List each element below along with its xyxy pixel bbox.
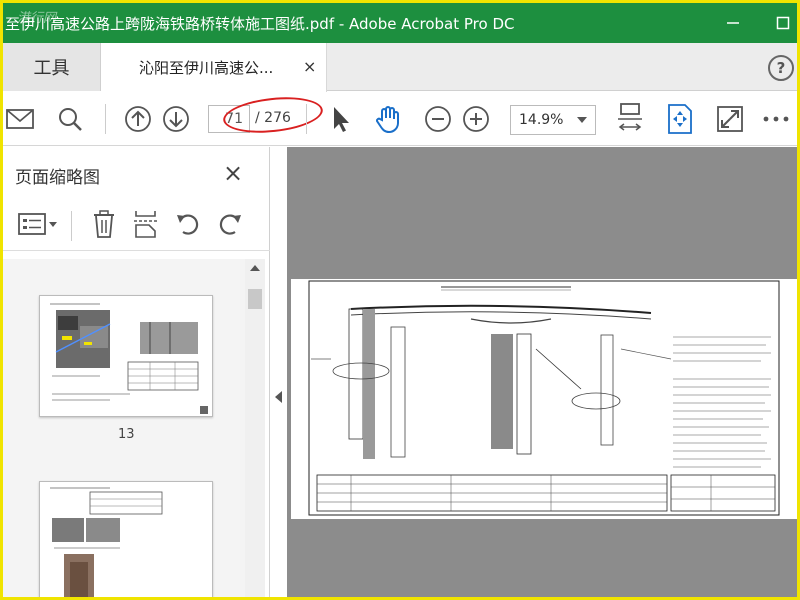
expand-icon	[717, 106, 743, 132]
fit-width-icon	[618, 103, 642, 131]
thumbnail-options-button[interactable]	[17, 209, 59, 239]
zoom-level-value: 14.9%	[519, 112, 564, 128]
rotate-left-button[interactable]	[173, 209, 203, 239]
previous-page-button[interactable]	[123, 104, 153, 134]
panel-close-button[interactable]: ×	[223, 159, 243, 187]
thumbnail-preview-image	[50, 487, 163, 597]
tab-document[interactable]: 沁阳至伊川高速公...	[101, 43, 327, 92]
scroll-up-arrow-icon[interactable]	[250, 265, 260, 271]
more-tools-button[interactable]	[761, 104, 791, 134]
minimize-button[interactable]	[715, 3, 751, 43]
maximize-button[interactable]	[765, 3, 797, 43]
toolbar-separator	[105, 104, 106, 134]
panel-separator	[71, 211, 72, 241]
thumbnail-list[interactable]: 13	[3, 259, 265, 597]
document-page	[291, 279, 797, 519]
tab-tools[interactable]: 工具	[3, 43, 101, 91]
ellipsis-icon	[763, 116, 789, 122]
zoom-in-button[interactable]	[461, 104, 491, 134]
delete-pages-button[interactable]	[89, 209, 119, 239]
minimize-icon	[727, 22, 739, 24]
zoom-out-button[interactable]	[423, 104, 453, 134]
page-fit-icon	[668, 104, 692, 134]
search-button[interactable]	[55, 104, 85, 134]
panel-title: 页面缩略图	[15, 168, 100, 188]
help-icon: ?	[776, 59, 786, 77]
rotate-left-icon	[177, 214, 199, 235]
envelope-icon	[6, 109, 34, 129]
page-layout-button[interactable]	[665, 104, 695, 134]
trash-icon	[94, 210, 114, 238]
page-thumbnail[interactable]	[39, 481, 213, 597]
email-button[interactable]	[5, 104, 35, 134]
hand-icon	[376, 106, 399, 134]
select-tool-button[interactable]	[325, 104, 355, 134]
extract-pages-button[interactable]	[131, 209, 161, 239]
search-icon	[59, 108, 82, 131]
extract-page-icon	[134, 211, 158, 238]
scroll-thumb[interactable]	[248, 289, 262, 309]
plus-circle-icon	[463, 106, 489, 132]
next-page-button[interactable]	[161, 104, 191, 134]
cursor-arrow-icon	[334, 107, 349, 132]
document-view[interactable]	[287, 147, 797, 597]
list-options-icon	[18, 213, 57, 235]
rotate-right-icon	[219, 214, 241, 235]
toolbar: 71 / 276 14.9%	[3, 92, 797, 146]
page-thumbnail[interactable]	[39, 295, 213, 417]
title-bar: 至伊川高速公路上跨陇海铁路桥转体施工图纸.pdf - Adobe Acrobat…	[3, 3, 797, 43]
hand-tool-button[interactable]	[373, 104, 403, 134]
minus-circle-icon	[425, 106, 451, 132]
full-screen-button[interactable]	[715, 104, 745, 134]
tab-bar: 工具 沁阳至伊川高速公... × ?	[3, 43, 797, 92]
thumbnail-scrollbar[interactable]	[245, 259, 265, 597]
collapse-panel-arrow-icon[interactable]	[275, 391, 282, 403]
fit-width-button[interactable]	[615, 103, 645, 134]
thumbnail-panel: 页面缩略图 × 13	[3, 147, 270, 597]
toolbar-separator	[306, 104, 307, 134]
rotate-right-button[interactable]	[215, 209, 245, 239]
watermark-text: 港行网	[17, 11, 57, 26]
window-title: 至伊川高速公路上跨陇海铁路桥转体施工图纸.pdf - Adobe Acrobat…	[5, 14, 515, 33]
app-window: 至伊川高速公路上跨陇海铁路桥转体施工图纸.pdf - Adobe Acrobat…	[3, 3, 797, 597]
maximize-icon	[776, 16, 790, 30]
zoom-level-select[interactable]: 14.9%	[510, 105, 596, 135]
tab-document-label: 沁阳至伊川高速公...	[139, 59, 274, 77]
tab-close-button[interactable]: ×	[303, 57, 316, 76]
chevron-down-icon	[577, 117, 587, 123]
panel-toolbar	[3, 199, 270, 251]
thumbnail-preview-image	[50, 303, 208, 414]
engineering-drawing-image	[308, 280, 780, 516]
arrow-up-circle-icon	[125, 106, 151, 132]
arrow-down-circle-icon	[163, 106, 189, 132]
thumbnail-page-number: 13	[118, 427, 135, 442]
help-button[interactable]: ?	[768, 55, 794, 81]
